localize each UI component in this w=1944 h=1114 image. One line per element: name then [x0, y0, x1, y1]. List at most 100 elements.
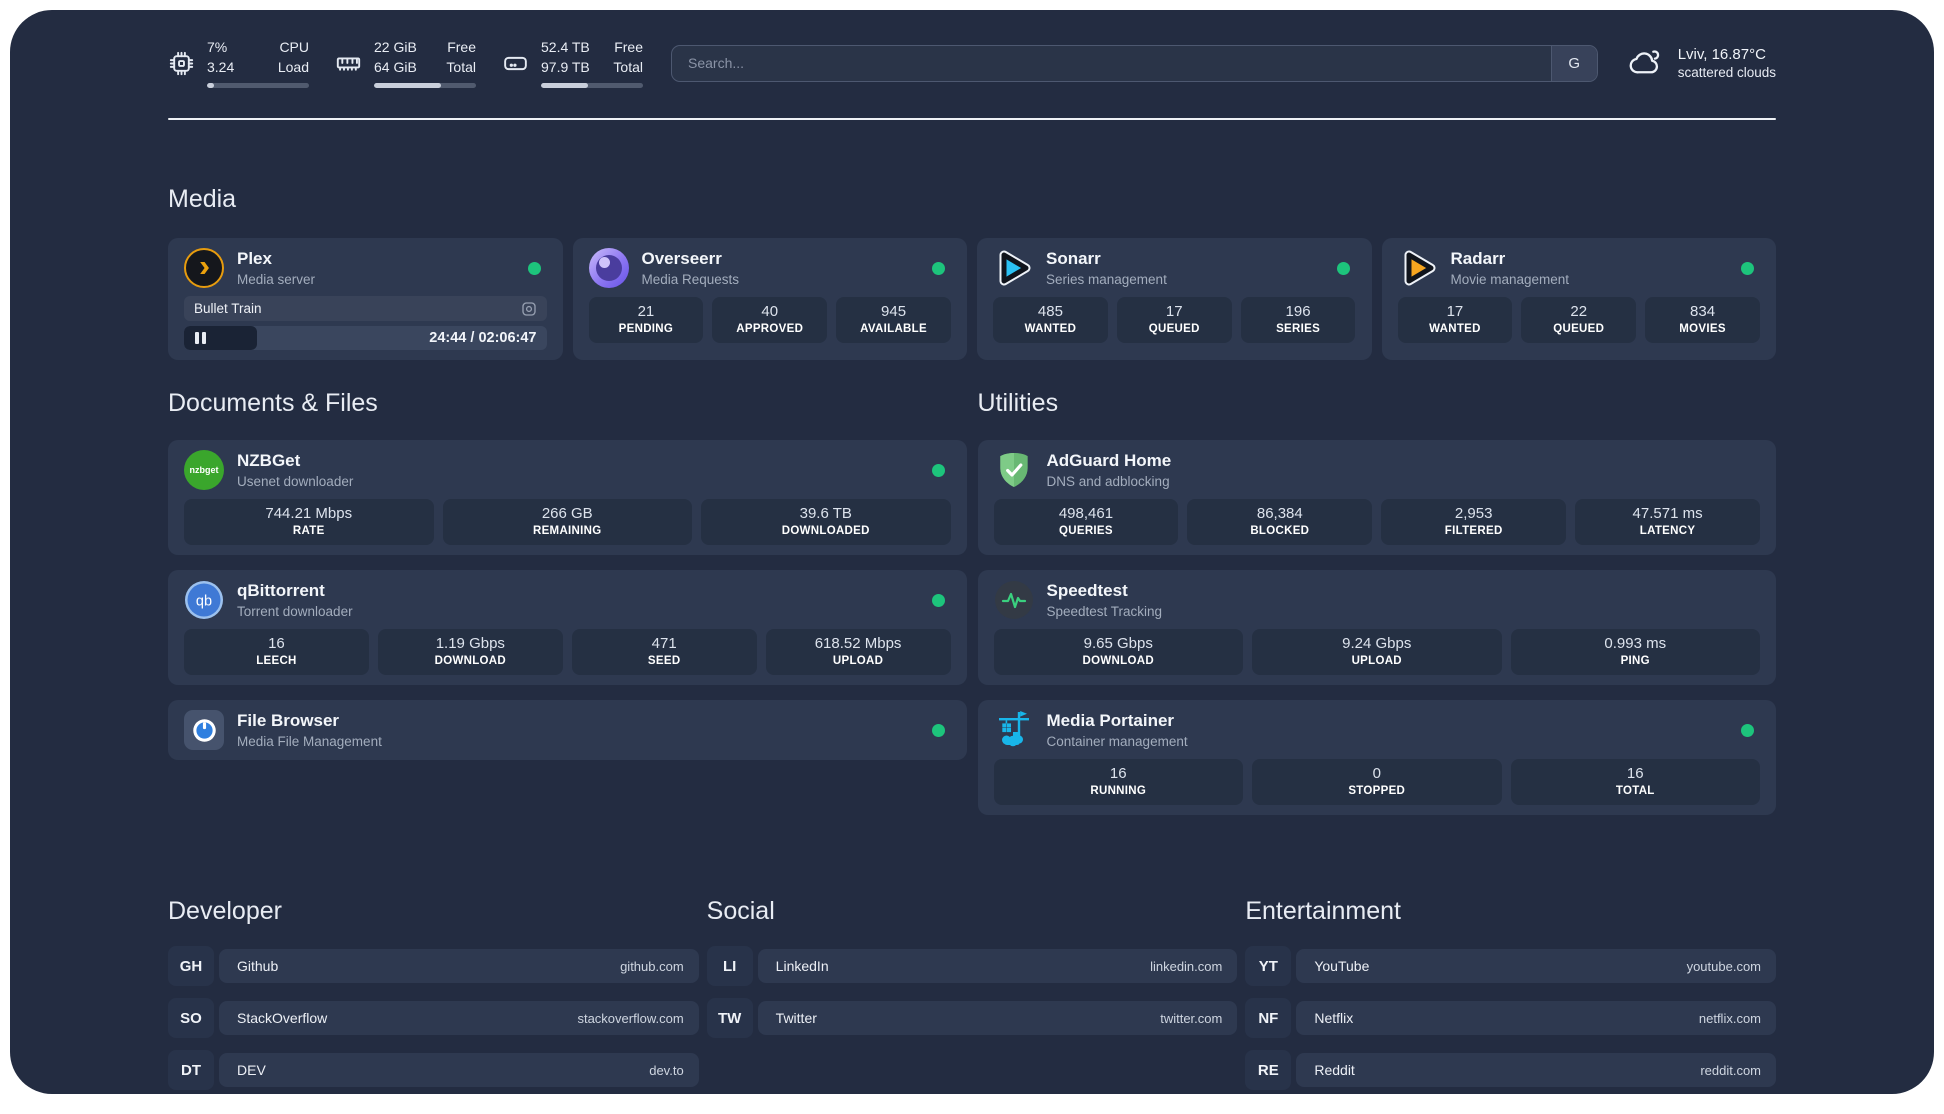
search-input[interactable] [672, 45, 1551, 81]
app-description: Media Requests [641, 271, 740, 287]
stat-box: 2,953 FILTERED [1381, 499, 1567, 545]
status-indicator [931, 464, 945, 477]
stat-box: 0 STOPPED [1252, 759, 1502, 805]
stat-box: 1.19 Gbps DOWNLOAD [377, 629, 563, 675]
stat-box: 17 WANTED [1397, 297, 1513, 343]
app-description: Media server [237, 271, 316, 287]
app-name: AdGuard Home [1046, 451, 1172, 471]
stat-label: REMAINING [532, 525, 602, 537]
stat-label: DOWNLOADED [781, 525, 870, 537]
link-youtube[interactable]: YT YouTube youtube.com [1245, 946, 1777, 986]
app-name: Sonarr [1046, 249, 1101, 269]
link-netflix[interactable]: NF Netflix netflix.com [1245, 998, 1777, 1038]
stat-label: MOVIES [1679, 323, 1726, 335]
stat-box: 86,384 BLOCKED [1187, 499, 1373, 545]
stat-label: QUEUED [1553, 323, 1605, 335]
app-card-plex[interactable]: Plex Media server Bullet Train 24:44 / 0… [168, 238, 563, 360]
bookmarks-social: Social LI LinkedIn linkedin.com TW Twitt… [706, 896, 1238, 1094]
app-card-sonarr[interactable]: Sonarr Series management 485 WANTED 17 Q… [977, 238, 1372, 360]
storage-widget: 52.4 TB 97.9 TB Free Total [502, 38, 643, 88]
app-card-speedtest[interactable]: Speedtest Speedtest Tracking 9.65 Gbps D… [977, 570, 1776, 685]
app-card-overseerr[interactable]: Overseerr Media Requests 21 PENDING 40 A… [572, 238, 967, 360]
stat-value: 16 [268, 635, 285, 652]
speedtest-icon [994, 580, 1034, 620]
link-name: Reddit [1314, 1062, 1355, 1078]
link-stackoverflow[interactable]: SO StackOverflow stackoverflow.com [168, 998, 699, 1038]
status-indicator [527, 262, 541, 275]
link-name: Twitter [775, 1010, 817, 1026]
stat-box: 485 WANTED [993, 297, 1108, 343]
weather-location: Lviv, 16.87°C [1677, 46, 1766, 63]
link-github[interactable]: GH Github github.com [168, 946, 699, 986]
link-name: LinkedIn [775, 958, 829, 974]
stat-label: WANTED [1024, 323, 1077, 335]
storage-labels: Free Total [613, 39, 643, 75]
stat-value: 0 [1372, 765, 1381, 782]
cloud-icon [1629, 50, 1659, 74]
link-abbr: YT [1245, 946, 1292, 986]
app-card-filebrowser[interactable]: File Browser Media File Management [168, 700, 967, 760]
section-documents-files: Documents & Files nzbget NZBGet Usenet d… [168, 388, 967, 830]
stat-box: 17 QUEUED [1116, 297, 1232, 343]
stat-label: PING [1620, 655, 1650, 667]
app-card-adguard[interactable]: AdGuard Home DNS and adblocking 498,461 … [977, 440, 1776, 555]
bookmarks-entertainment: Entertainment YT YouTube youtube.com NF … [1245, 896, 1777, 1094]
search-engine-button[interactable]: G [1550, 45, 1597, 81]
memory-icon [336, 56, 361, 71]
app-card-portainer[interactable]: Media Portainer Container management 16 … [977, 700, 1776, 815]
cpu-progress-bar [207, 82, 309, 88]
session-device-icon[interactable] [521, 301, 537, 317]
stat-value: 471 [651, 635, 677, 652]
stat-value: 834 [1690, 303, 1716, 320]
link-twitter[interactable]: TW Twitter twitter.com [706, 998, 1238, 1038]
link-reddit[interactable]: RE Reddit reddit.com [1245, 1050, 1777, 1090]
stat-box: 498,461 QUERIES [993, 499, 1179, 545]
app-description: Series management [1046, 271, 1167, 287]
sonarr-icon [993, 248, 1033, 288]
portainer-icon [994, 710, 1034, 750]
bookmarks-developer: Developer GH Github github.com SO StackO… [168, 896, 699, 1094]
stat-label: RATE [292, 525, 325, 537]
stat-box: 0.993 ms PING [1510, 629, 1760, 675]
header-divider [168, 118, 1776, 120]
cpu-labels: CPU Load [277, 39, 309, 75]
link-dev-to[interactable]: DT DEV dev.to [168, 1050, 699, 1090]
weather-widget: Lviv, 16.87°C scattered clouds [1628, 46, 1776, 80]
app-card-nzbget[interactable]: nzbget NZBGet Usenet downloader 744.21 M… [168, 440, 967, 555]
app-description: Torrent downloader [237, 603, 353, 619]
now-playing-bar: Bullet Train [184, 296, 547, 321]
stat-label: PENDING [618, 323, 674, 335]
stat-value: 86,384 [1256, 505, 1303, 522]
stat-box: 47.571 ms LATENCY [1575, 499, 1760, 545]
link-name: DEV [237, 1062, 266, 1078]
top-bar: 7% 3.24 CPU Load 22 GiB 64 GiB Free Tota… [168, 34, 1776, 92]
stat-box: 266 GB REMAINING [442, 499, 692, 545]
stat-box: 16 TOTAL [1510, 759, 1760, 805]
playback-progress-bar: 24:44 / 02:06:47 [184, 326, 547, 350]
section-title-social: Social [706, 897, 775, 925]
app-card-radarr[interactable]: Radarr Movie management 17 WANTED 22 QUE… [1381, 238, 1776, 360]
app-name: File Browser [237, 711, 340, 731]
status-indicator [931, 594, 945, 607]
qbittorrent-icon-text: qb [196, 594, 212, 610]
stat-value: 17 [1165, 303, 1183, 320]
link-url: reddit.com [1700, 1062, 1762, 1078]
now-playing-title: Bullet Train [194, 301, 262, 316]
app-card-qbittorrent[interactable]: qb qBittorrent Torrent downloader 16 LEE… [168, 570, 967, 685]
link-linkedin[interactable]: LI LinkedIn linkedin.com [706, 946, 1238, 986]
link-url: github.com [620, 958, 684, 974]
stat-value: 0.993 ms [1604, 635, 1667, 652]
stat-value: 266 GB [541, 505, 593, 522]
app-name: NZBGet [237, 451, 301, 471]
section-title-utilities: Utilities [977, 389, 1059, 417]
stat-value: 744.21 Mbps [265, 505, 353, 522]
status-indicator [1741, 724, 1754, 737]
stat-box: 39.6 TB DOWNLOADED [701, 499, 951, 545]
stat-value: 16 [1626, 765, 1644, 782]
stat-box: 9.65 Gbps DOWNLOAD [993, 629, 1243, 675]
stat-value: 9.65 Gbps [1083, 635, 1153, 652]
pause-icon[interactable] [195, 332, 206, 344]
link-abbr: TW [706, 998, 753, 1038]
stat-value: 39.6 TB [799, 505, 852, 522]
stat-label: SERIES [1276, 323, 1321, 335]
